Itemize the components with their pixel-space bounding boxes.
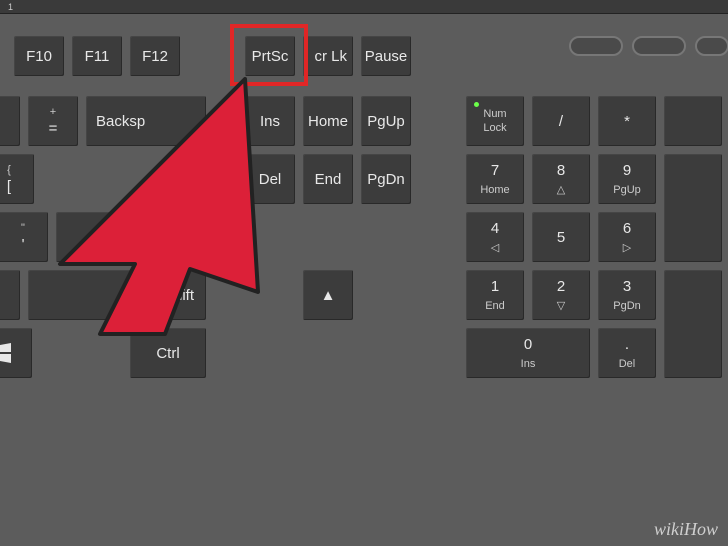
key-label: 8 bbox=[557, 162, 565, 179]
key-label-top: Num bbox=[483, 108, 506, 120]
key-label: 4 bbox=[491, 220, 499, 237]
key-minus[interactable]: – bbox=[0, 96, 20, 146]
key-sublabel: PgUp bbox=[613, 184, 641, 196]
key-sublabel: ▷ bbox=[623, 241, 631, 254]
key-pause[interactable]: Pause bbox=[361, 36, 411, 76]
key-label-top: + bbox=[50, 106, 56, 118]
key-numlock[interactable]: Num Lock bbox=[466, 96, 524, 146]
app-toolbar: 1 bbox=[0, 0, 728, 14]
key-numpad-6[interactable]: 6 ▷ bbox=[598, 212, 656, 262]
key-label: Pause bbox=[365, 48, 408, 65]
key-label-top: { bbox=[7, 164, 11, 176]
key-numpad-multiply[interactable]: * bbox=[598, 96, 656, 146]
indicator-oval-3 bbox=[695, 36, 728, 56]
key-label: 7 bbox=[491, 162, 499, 179]
key-label: Backsp bbox=[96, 113, 145, 130]
key-pgup[interactable]: PgUp bbox=[361, 96, 411, 146]
key-label: Shift bbox=[164, 287, 194, 304]
key-f12[interactable]: F12 bbox=[130, 36, 180, 76]
key-sublabel: ◁ bbox=[491, 241, 499, 254]
key-numpad-divide[interactable]: / bbox=[532, 96, 590, 146]
key-numpad-9[interactable]: 9 PgUp bbox=[598, 154, 656, 204]
key-label: F11 bbox=[85, 48, 110, 65]
key-f10[interactable]: F10 bbox=[14, 36, 64, 76]
key-home[interactable]: Home bbox=[303, 96, 353, 146]
key-label-bot: Lock bbox=[483, 122, 506, 134]
key-label: PgUp bbox=[367, 113, 405, 130]
key-label: 3 bbox=[623, 278, 631, 295]
key-numpad-7[interactable]: 7 Home bbox=[466, 154, 524, 204]
key-sublabel: Ins bbox=[521, 358, 536, 370]
key-sublabel: PgDn bbox=[613, 300, 641, 312]
key-label: Home bbox=[308, 113, 348, 130]
key-sublabel: ▽ bbox=[557, 299, 565, 312]
key-label: Ins bbox=[260, 113, 280, 130]
key-ins[interactable]: Ins bbox=[245, 96, 295, 146]
indicator-oval-2 bbox=[632, 36, 686, 56]
key-quote[interactable]: " ' bbox=[0, 212, 48, 262]
key-arrow-up[interactable]: ▲ bbox=[303, 270, 353, 320]
key-bracket-left[interactable]: { [ bbox=[0, 154, 34, 204]
key-end[interactable]: End bbox=[303, 154, 353, 204]
key-label: 2 bbox=[557, 278, 565, 295]
key-enter-partial[interactable]: r bbox=[56, 212, 206, 262]
key-label: 9 bbox=[623, 162, 631, 179]
key-label-bot: ' bbox=[22, 236, 25, 253]
watermark: wikiHow bbox=[654, 519, 718, 540]
key-slash[interactable]: ? / bbox=[0, 270, 20, 320]
key-backspace[interactable]: Backsp bbox=[86, 96, 206, 146]
key-label: 0 bbox=[524, 336, 532, 353]
key-scrlk[interactable]: cr Lk bbox=[303, 36, 353, 76]
key-label: Ctrl bbox=[156, 345, 179, 362]
key-sublabel: △ bbox=[557, 183, 565, 196]
key-label-bot: = bbox=[49, 120, 58, 137]
numlock-led-icon bbox=[474, 102, 479, 107]
key-numpad-3[interactable]: 3 PgDn bbox=[598, 270, 656, 320]
key-label: r bbox=[192, 242, 196, 254]
key-ctrl-right[interactable]: Ctrl bbox=[130, 328, 206, 378]
key-sublabel: Home bbox=[480, 184, 509, 196]
toolbar-text: 1 bbox=[8, 2, 13, 12]
key-label: . bbox=[625, 336, 629, 353]
key-label: cr Lk bbox=[314, 48, 347, 65]
windows-icon bbox=[0, 343, 11, 363]
key-numpad-enter[interactable] bbox=[664, 270, 722, 378]
key-numpad-8[interactable]: 8 △ bbox=[532, 154, 590, 204]
key-equals[interactable]: + = bbox=[28, 96, 78, 146]
key-windows[interactable] bbox=[0, 328, 32, 378]
key-numpad-add[interactable] bbox=[664, 154, 722, 262]
key-del[interactable]: Del bbox=[245, 154, 295, 204]
key-label: PgDn bbox=[367, 171, 405, 188]
keyboard-surface: F10 F11 F12 PrtSc cr Lk Pause – + = Back… bbox=[0, 14, 728, 546]
key-label: / bbox=[559, 113, 563, 130]
key-numpad-0[interactable]: 0 Ins bbox=[466, 328, 590, 378]
key-numpad-subtract[interactable] bbox=[664, 96, 722, 146]
key-shift-right[interactable]: Shift bbox=[28, 270, 206, 320]
key-label: End bbox=[315, 171, 342, 188]
key-label: * bbox=[624, 113, 630, 130]
key-label: F10 bbox=[26, 48, 52, 65]
key-label: 5 bbox=[557, 229, 565, 246]
key-sublabel: Del bbox=[619, 358, 636, 370]
key-numpad-5[interactable]: 5 bbox=[532, 212, 590, 262]
indicator-oval-1 bbox=[569, 36, 623, 56]
key-numpad-1[interactable]: 1 End bbox=[466, 270, 524, 320]
key-prtsc[interactable]: PrtSc bbox=[245, 36, 295, 76]
key-label: Del bbox=[259, 171, 282, 188]
key-numpad-4[interactable]: 4 ◁ bbox=[466, 212, 524, 262]
key-label: 6 bbox=[623, 220, 631, 237]
key-numpad-2[interactable]: 2 ▽ bbox=[532, 270, 590, 320]
key-pgdn[interactable]: PgDn bbox=[361, 154, 411, 204]
key-label: PrtSc bbox=[252, 48, 289, 65]
arrow-up-icon: ▲ bbox=[321, 287, 336, 304]
key-sublabel: End bbox=[485, 300, 505, 312]
key-label-top: " bbox=[21, 222, 25, 234]
key-label: F12 bbox=[142, 48, 168, 65]
key-numpad-decimal[interactable]: . Del bbox=[598, 328, 656, 378]
key-f11[interactable]: F11 bbox=[72, 36, 122, 76]
key-label-bot: [ bbox=[7, 178, 11, 195]
key-label: 1 bbox=[491, 278, 499, 295]
